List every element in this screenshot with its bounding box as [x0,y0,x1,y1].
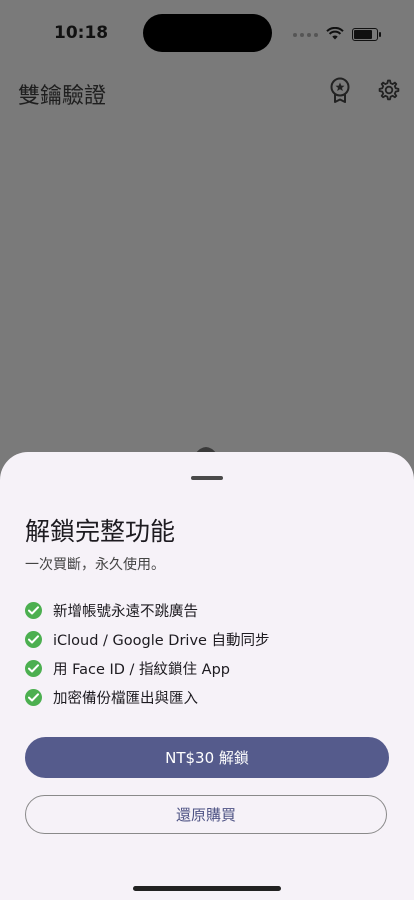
home-indicator [133,886,281,891]
status-bar: 10:18 [0,0,414,64]
feature-item: iCloud / Google Drive 自動同步 [25,625,270,654]
app-title: 雙鑰驗證 [18,84,107,109]
cellular-signal-icon [293,32,318,37]
feature-item: 加密備份檔匯出與匯入 [25,683,270,712]
feature-label: iCloud / Google Drive 自動同步 [53,633,270,649]
check-circle-icon [25,602,42,619]
dynamic-island [143,14,272,52]
feature-item: 用 Face ID / 指紋鎖住 App [25,654,270,683]
feature-list: 新增帳號永遠不跳廣告 iCloud / Google Drive 自動同步 用 … [25,596,270,712]
award-icon [329,77,351,107]
wifi-icon [326,25,344,44]
unlock-bottom-sheet: 解鎖完整功能 一次買斷，永久使用。 新增帳號永遠不跳廣告 iCloud / Go… [0,452,414,900]
unlock-purchase-button[interactable]: NT$30 解鎖 [25,737,389,778]
feature-item: 新增帳號永遠不跳廣告 [25,596,270,625]
sheet-title: 解鎖完整功能 [25,517,176,546]
check-circle-icon [25,631,42,648]
status-time: 10:18 [54,23,109,43]
restore-purchase-button[interactable]: 還原購買 [25,795,387,834]
app-bar: 雙鑰驗證 [0,64,414,120]
feature-label: 新增帳號永遠不跳廣告 [53,604,198,620]
gear-icon [377,78,401,106]
drag-handle[interactable] [191,476,223,480]
feature-label: 加密備份檔匯出與匯入 [53,691,198,707]
feature-label: 用 Face ID / 指紋鎖住 App [53,662,230,678]
battery-icon [352,28,381,41]
sheet-subtitle: 一次買斷，永久使用。 [25,557,165,573]
check-circle-icon [25,660,42,677]
check-circle-icon [25,689,42,706]
status-icons [293,25,381,44]
battery-fill [354,30,372,39]
award-button[interactable] [326,77,354,107]
settings-button[interactable] [375,78,403,106]
